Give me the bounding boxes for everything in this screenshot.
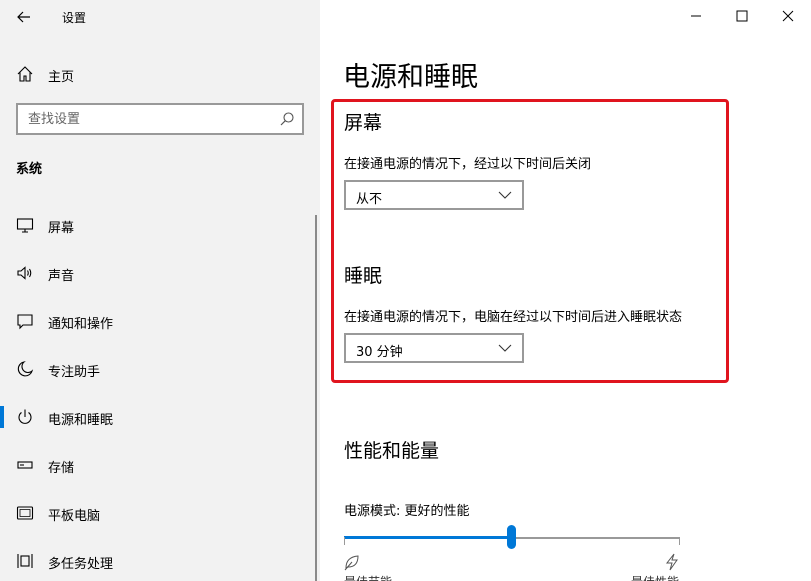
sidebar-item-home[interactable]: 主页 [0, 60, 320, 88]
sidebar-item-label: 电源和睡眠 [48, 413, 114, 428]
power-icon [18, 409, 32, 424]
sidebar-item-label: 屏幕 [48, 221, 75, 236]
sidebar-scrollbar[interactable] [315, 215, 317, 581]
multitask-icon [17, 554, 33, 568]
sidebar: 设置 主页 系统 屏幕 声音 [0, 0, 320, 581]
sidebar-item-multitasking[interactable]: 多任务处理 [0, 540, 320, 580]
maximize-icon [736, 10, 748, 22]
close-button[interactable] [765, 0, 811, 32]
screen-description: 在接通电源的情况下，经过以下时间后关闭 [344, 157, 592, 172]
power-mode-slider-fill [344, 536, 512, 539]
search-icon[interactable] [279, 111, 295, 127]
back-arrow-icon [17, 11, 30, 23]
dropdown-value: 从不 [356, 192, 383, 207]
sidebar-item-focus-assist[interactable]: 专注助手 [0, 348, 320, 388]
sidebar-item-label: 多任务处理 [48, 557, 114, 572]
sidebar-item-display[interactable]: 屏幕 [0, 204, 320, 244]
slider-right-caption: 最佳性能 [631, 573, 679, 581]
speaker-icon [17, 266, 32, 280]
power-mode-slider-thumb[interactable] [507, 525, 516, 549]
screen-heading: 屏幕 [344, 112, 383, 134]
leaf-icon [344, 555, 359, 571]
sleep-timeout-dropdown[interactable]: 30 分钟 [344, 333, 524, 363]
sidebar-item-label: 声音 [48, 269, 75, 284]
maximize-button[interactable] [719, 0, 765, 32]
page-title: 电源和睡眠 [343, 62, 478, 93]
back-button[interactable] [12, 6, 36, 28]
minimize-icon [691, 15, 701, 17]
minimize-button[interactable] [673, 0, 719, 32]
performance-heading: 性能和能量 [344, 440, 440, 462]
sidebar-item-label: 主页 [48, 70, 75, 85]
storage-icon [17, 461, 33, 469]
notification-icon [17, 314, 33, 330]
chevron-down-icon [498, 344, 512, 352]
slider-left-caption: 最佳节能 [344, 573, 392, 581]
slider-tick [344, 537, 345, 545]
section-label: 系统 [16, 162, 43, 177]
sidebar-item-sound[interactable]: 声音 [0, 252, 320, 292]
moon-icon [17, 361, 34, 377]
title-bar: 设置 [0, 0, 320, 34]
tablet-icon [16, 506, 34, 520]
screen-timeout-dropdown[interactable]: 从不 [344, 180, 524, 210]
active-indicator [0, 406, 4, 428]
dropdown-value: 30 分钟 [356, 345, 403, 360]
sidebar-item-power-sleep[interactable]: 电源和睡眠 [0, 396, 320, 436]
app-title: 设置 [62, 11, 87, 25]
close-icon [782, 10, 794, 22]
power-mode-label: 电源模式: 更好的性能 [344, 504, 470, 519]
chevron-down-icon [498, 191, 512, 199]
lightning-icon [665, 553, 678, 571]
sidebar-item-label: 平板电脑 [48, 509, 101, 524]
sidebar-item-label: 存储 [48, 461, 75, 476]
search-box[interactable] [16, 103, 304, 135]
sleep-description: 在接通电源的情况下，电脑在经过以下时间后进入睡眠状态 [344, 310, 683, 325]
sidebar-item-label: 通知和操作 [48, 317, 114, 332]
search-input[interactable] [18, 105, 268, 133]
sidebar-item-label: 专注助手 [48, 365, 101, 380]
sidebar-item-tablet[interactable]: 平板电脑 [0, 492, 320, 532]
home-icon [17, 66, 33, 82]
sleep-heading: 睡眠 [344, 265, 383, 287]
monitor-icon [16, 218, 34, 233]
sidebar-item-storage[interactable]: 存储 [0, 444, 320, 484]
slider-tick [679, 537, 680, 545]
sidebar-item-notifications[interactable]: 通知和操作 [0, 300, 320, 340]
